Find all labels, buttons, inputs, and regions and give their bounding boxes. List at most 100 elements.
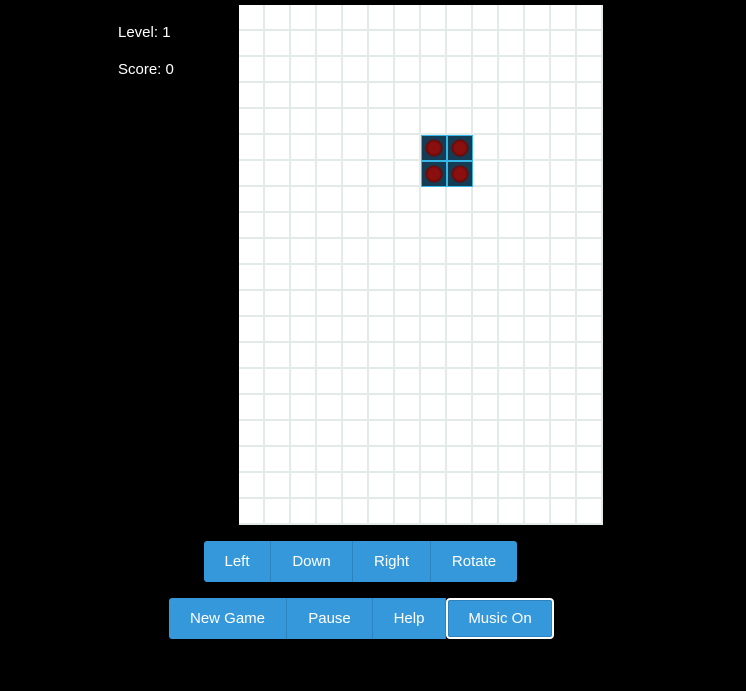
board-cell [395,447,421,473]
board-cell [265,265,291,291]
board-cell [499,499,525,525]
board-cell [395,473,421,499]
board-cell [551,31,577,57]
board-cell [551,317,577,343]
game-menu: New Game Pause Help Music On [169,598,554,639]
board-cell [577,213,603,239]
game-board[interactable] [239,5,603,525]
board-cell [265,447,291,473]
board-cell [265,369,291,395]
board-cell [525,83,551,109]
board-cell [421,343,447,369]
music-toggle-button[interactable]: Music On [446,598,554,639]
board-cell [421,57,447,83]
board-cell [473,187,499,213]
left-button[interactable]: Left [204,541,271,582]
board-cell [499,291,525,317]
board-cell [473,473,499,499]
board-cell [265,499,291,525]
piece-block [447,135,473,161]
board-cell [421,265,447,291]
new-game-button[interactable]: New Game [169,598,287,639]
board-cell [239,369,265,395]
board-cell [551,499,577,525]
board-cell [369,369,395,395]
board-cell [473,109,499,135]
board-cell [317,5,343,31]
board-cell [395,421,421,447]
board-cell [395,109,421,135]
board-cell [317,265,343,291]
board-cell [395,213,421,239]
board-cell [343,473,369,499]
board-cell [551,473,577,499]
board-cell [265,421,291,447]
board-cell [265,473,291,499]
board-cell [369,57,395,83]
board-cell [499,473,525,499]
board-cell [317,213,343,239]
board-cell [343,265,369,291]
board-cell [239,83,265,109]
board-cell [343,291,369,317]
board-cell [473,161,499,187]
board-cell [395,265,421,291]
board-cell [421,473,447,499]
board-cell [291,343,317,369]
board-cell [291,57,317,83]
board-cell [395,291,421,317]
help-button[interactable]: Help [373,598,446,639]
board-cell [577,421,603,447]
board-cell [525,213,551,239]
board-cell [291,161,317,187]
board-cell [525,369,551,395]
board-cell [265,5,291,31]
board-cell [291,31,317,57]
board-cell [395,57,421,83]
board-cell [317,317,343,343]
board-cell [343,369,369,395]
board-cell [473,135,499,161]
board-cell [395,5,421,31]
board-cell [343,57,369,83]
board-cell [421,239,447,265]
board-cell [577,447,603,473]
board-cell [239,161,265,187]
board-cell [317,369,343,395]
board-cell [447,109,473,135]
board-cell [317,291,343,317]
board-cell [317,447,343,473]
board-cell [369,421,395,447]
board-cell [317,395,343,421]
board-cell [551,187,577,213]
board-cell [551,395,577,421]
board-cell [525,57,551,83]
board-cell [239,447,265,473]
rotate-button[interactable]: Rotate [431,541,517,582]
board-cell [525,421,551,447]
board-cell [369,447,395,473]
down-button[interactable]: Down [271,541,353,582]
board-cell [317,83,343,109]
right-button[interactable]: Right [353,541,431,582]
board-cell [265,239,291,265]
board-cell [291,369,317,395]
board-cell [447,343,473,369]
board-cell [343,239,369,265]
board-cell [369,473,395,499]
pause-button[interactable]: Pause [287,598,373,639]
board-cell [369,161,395,187]
board-cell [343,5,369,31]
board-cell [421,291,447,317]
board-cell [317,239,343,265]
board-cell [395,187,421,213]
board-cell [395,499,421,525]
board-cell [239,421,265,447]
board-cell [421,369,447,395]
board-cell [577,473,603,499]
board-cell [317,57,343,83]
board-cell [525,395,551,421]
board-cell [343,83,369,109]
board-cell [447,291,473,317]
board-cell [473,499,499,525]
